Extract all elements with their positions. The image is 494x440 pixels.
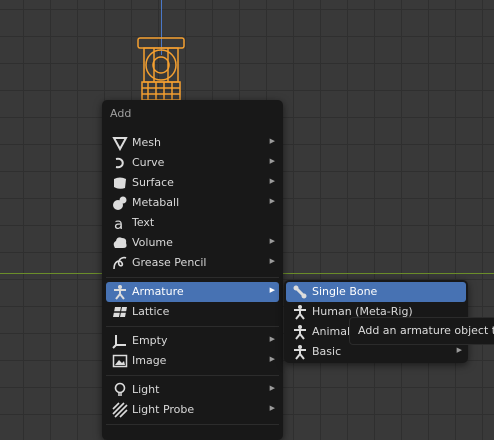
empty-icon: [112, 335, 126, 349]
submenu-arrow-icon: ▶: [269, 177, 275, 185]
menu-item-light[interactable]: Light ▶: [106, 380, 279, 400]
menu-item-mesh[interactable]: Mesh ▶: [106, 133, 279, 153]
submenu-arrow-icon: ▶: [269, 286, 275, 294]
menu-item-curve[interactable]: Curve ▶: [106, 153, 279, 173]
tooltip-text: Add an armature object to the scene: [358, 324, 494, 337]
svg-text:a: a: [114, 215, 123, 231]
menu-item-text[interactable]: a Text: [106, 213, 279, 233]
menu-item-surface[interactable]: Surface ▶: [106, 173, 279, 193]
surface-icon: [114, 177, 126, 189]
menu-item-armature[interactable]: Armature ▶: [106, 282, 279, 302]
menu-item-label: Animal: [312, 325, 351, 338]
menu-item-lattice[interactable]: Lattice: [106, 302, 279, 322]
menu-item-label: Light: [132, 383, 160, 396]
menu-separator: [106, 375, 279, 376]
menu-title: Add: [110, 107, 132, 120]
submenu-arrow-icon: ▶: [269, 157, 275, 165]
menu-item-label: Volume: [132, 236, 173, 249]
light-probe-icon: [112, 402, 128, 418]
armature-icon: [114, 285, 126, 300]
add-menu: Add Mesh ▶ Curve ▶ Surface ▶ Metaball ▶ …: [102, 100, 283, 440]
grease-pencil-icon: [113, 256, 127, 270]
metaball-icon: [113, 196, 127, 210]
menu-item-metaball[interactable]: Metaball ▶: [106, 193, 279, 213]
submenu-arrow-icon: ▶: [269, 257, 275, 265]
menu-separator: [106, 326, 279, 327]
menu-item-label: Text: [132, 216, 155, 229]
menu-item-label: Curve: [132, 156, 165, 169]
menu-item-label: Lattice: [132, 305, 170, 318]
submenu-arrow-icon: ▶: [269, 137, 275, 145]
submenu-arrow-icon: ▶: [269, 404, 275, 412]
menu-item-image[interactable]: Image ▶: [106, 351, 279, 371]
image-icon: [112, 354, 128, 368]
menu-separator: [106, 424, 279, 425]
menu-separator: [106, 277, 279, 278]
text-icon: a: [114, 215, 123, 231]
menu-item-label: Mesh: [132, 136, 161, 149]
submenu-arrow-icon: ▶: [456, 346, 462, 354]
menu-item-label: Basic: [312, 345, 342, 358]
menu-item-grease-pencil[interactable]: Grease Pencil ▶: [106, 253, 279, 273]
menu-item-label: Light Probe: [132, 403, 195, 416]
bone-icon: [293, 285, 307, 299]
volume-icon: [113, 237, 127, 248]
menu-item-label: Armature: [132, 285, 184, 298]
mesh-icon: [112, 137, 128, 151]
menu-item-single-bone[interactable]: Single Bone: [286, 282, 466, 302]
menu-item-light-probe[interactable]: Light Probe ▶: [106, 400, 279, 420]
menu-item-label: Empty: [132, 334, 168, 347]
tooltip: Add an armature object to the scene: [349, 317, 494, 345]
menu-item-label: Surface: [132, 176, 174, 189]
submenu-arrow-icon: ▶: [269, 355, 275, 363]
submenu-arrow-icon: ▶: [269, 237, 275, 245]
menu-item-label: Grease Pencil: [132, 256, 207, 269]
lattice-icon: [112, 307, 128, 317]
menu-item-label: Metaball: [132, 196, 180, 209]
armature-icon: [294, 345, 306, 360]
armature-icon: [294, 325, 306, 340]
curve-icon: [115, 157, 124, 169]
menu-item-basic[interactable]: Basic ▶: [286, 342, 466, 362]
light-icon: [114, 382, 126, 396]
menu-item-empty[interactable]: Empty ▶: [106, 331, 279, 351]
menu-item-label: Image: [132, 354, 167, 367]
submenu-arrow-icon: ▶: [269, 197, 275, 205]
menu-item-label: Single Bone: [312, 285, 378, 298]
submenu-arrow-icon: ▶: [269, 384, 275, 392]
armature-icon: [294, 305, 306, 320]
menu-item-volume[interactable]: Volume ▶: [106, 233, 279, 253]
submenu-arrow-icon: ▶: [269, 335, 275, 343]
